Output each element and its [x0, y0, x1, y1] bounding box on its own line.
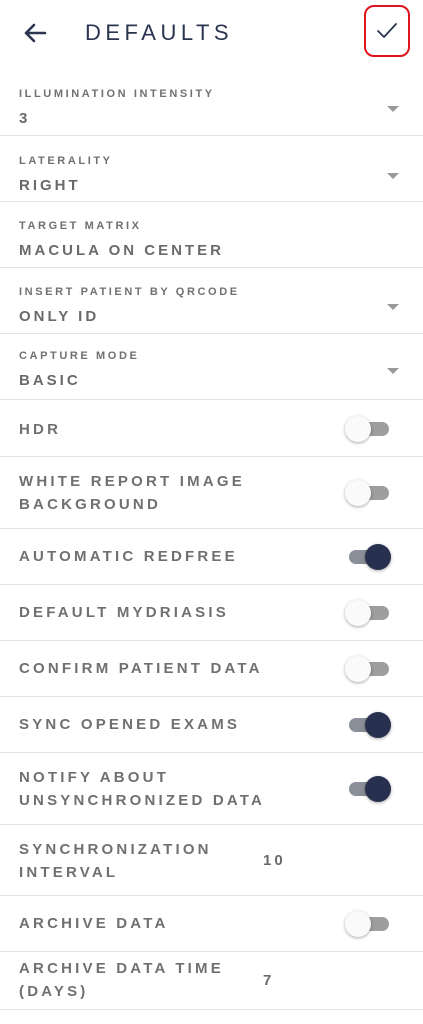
- field-label: TARGET MATRIX: [19, 220, 142, 232]
- setting-label: ARCHIVE DATA TIME (DAYS): [19, 960, 224, 1000]
- setting-hdr: HDR: [0, 400, 423, 457]
- back-button[interactable]: [18, 16, 52, 50]
- setting-label: ARCHIVE DATA: [19, 915, 169, 932]
- field-value: MACULA ON CENTER: [19, 242, 224, 259]
- setting-label: CONFIRM PATIENT DATA: [19, 660, 263, 677]
- setting-white-report-background: WHITE REPORT IMAGE BACKGROUND: [0, 457, 423, 529]
- hdr-toggle[interactable]: [345, 416, 389, 442]
- setting-sync-opened-exams: SYNC OPENED EXAMS: [0, 697, 423, 753]
- select-capture-mode[interactable]: CAPTURE MODE BASIC: [0, 334, 423, 400]
- chevron-down-icon: [387, 368, 399, 374]
- chevron-down-icon: [387, 106, 399, 112]
- setting-label: AUTOMATIC REDFREE: [19, 548, 238, 565]
- toggle-knob: [345, 911, 371, 937]
- setting-label: NOTIFY ABOUT UNSYNCHRONIZED DATA: [19, 769, 266, 809]
- chevron-down-icon: [387, 304, 399, 310]
- toggle-knob: [345, 480, 371, 506]
- check-icon: [377, 23, 397, 38]
- setting-synchronization-interval[interactable]: SYNCHRONIZATION INTERVAL 10: [0, 825, 423, 896]
- setting-confirm-patient-data: CONFIRM PATIENT DATA: [0, 641, 423, 697]
- setting-automatic-redfree: AUTOMATIC REDFREE: [0, 529, 423, 585]
- archive-time-value: 7: [263, 972, 275, 989]
- select-laterality[interactable]: LATERALITY RIGHT: [0, 136, 423, 202]
- field-value: 3: [19, 110, 31, 127]
- confirm-button[interactable]: [364, 5, 410, 57]
- confirm-patient-data-toggle[interactable]: [345, 656, 389, 682]
- arrow-left-icon: [24, 23, 47, 43]
- field-label: LATERALITY: [19, 155, 113, 167]
- setting-notify-unsynchronized: NOTIFY ABOUT UNSYNCHRONIZED DATA: [0, 753, 423, 825]
- field-label: ILLUMINATION INTENSITY: [19, 88, 215, 100]
- select-insert-patient-by-qrcode[interactable]: INSERT PATIENT BY QRCODE ONLY ID: [0, 268, 423, 334]
- automatic-redfree-toggle[interactable]: [347, 544, 391, 570]
- page-title: DEFAULTS: [85, 20, 234, 45]
- field-target-matrix[interactable]: TARGET MATRIX MACULA ON CENTER: [0, 202, 423, 268]
- chevron-down-icon: [387, 173, 399, 179]
- toggle-knob: [345, 416, 371, 442]
- toggle-knob: [365, 712, 391, 738]
- setting-label: SYNCHRONIZATION INTERVAL: [19, 841, 212, 881]
- archive-data-toggle[interactable]: [345, 911, 389, 937]
- default-mydriasis-toggle[interactable]: [345, 600, 389, 626]
- sync-interval-value: 10: [263, 852, 286, 869]
- field-value: RIGHT: [19, 177, 81, 194]
- setting-label: WHITE REPORT IMAGE BACKGROUND: [19, 473, 245, 513]
- app-header: DEFAULTS: [0, 0, 423, 68]
- setting-label: HDR: [19, 421, 62, 438]
- sync-opened-exams-toggle[interactable]: [347, 712, 391, 738]
- toggle-knob: [365, 544, 391, 570]
- setting-label: SYNC OPENED EXAMS: [19, 716, 241, 733]
- field-value: ONLY ID: [19, 308, 100, 325]
- toggle-knob: [345, 656, 371, 682]
- white-report-background-toggle[interactable]: [345, 480, 389, 506]
- select-illumination-intensity[interactable]: ILLUMINATION INTENSITY 3: [0, 68, 423, 136]
- setting-label: DEFAULT MYDRIASIS: [19, 604, 229, 621]
- field-label: CAPTURE MODE: [19, 350, 140, 362]
- toggle-knob: [345, 600, 371, 626]
- field-value: BASIC: [19, 372, 81, 389]
- setting-default-mydriasis: DEFAULT MYDRIASIS: [0, 585, 423, 641]
- setting-archive-data-time[interactable]: ARCHIVE DATA TIME (DAYS) 7: [0, 952, 423, 1010]
- toggle-knob: [365, 776, 391, 802]
- notify-unsynchronized-toggle[interactable]: [347, 776, 391, 802]
- setting-archive-data: ARCHIVE DATA: [0, 896, 423, 952]
- field-label: INSERT PATIENT BY QRCODE: [19, 286, 240, 298]
